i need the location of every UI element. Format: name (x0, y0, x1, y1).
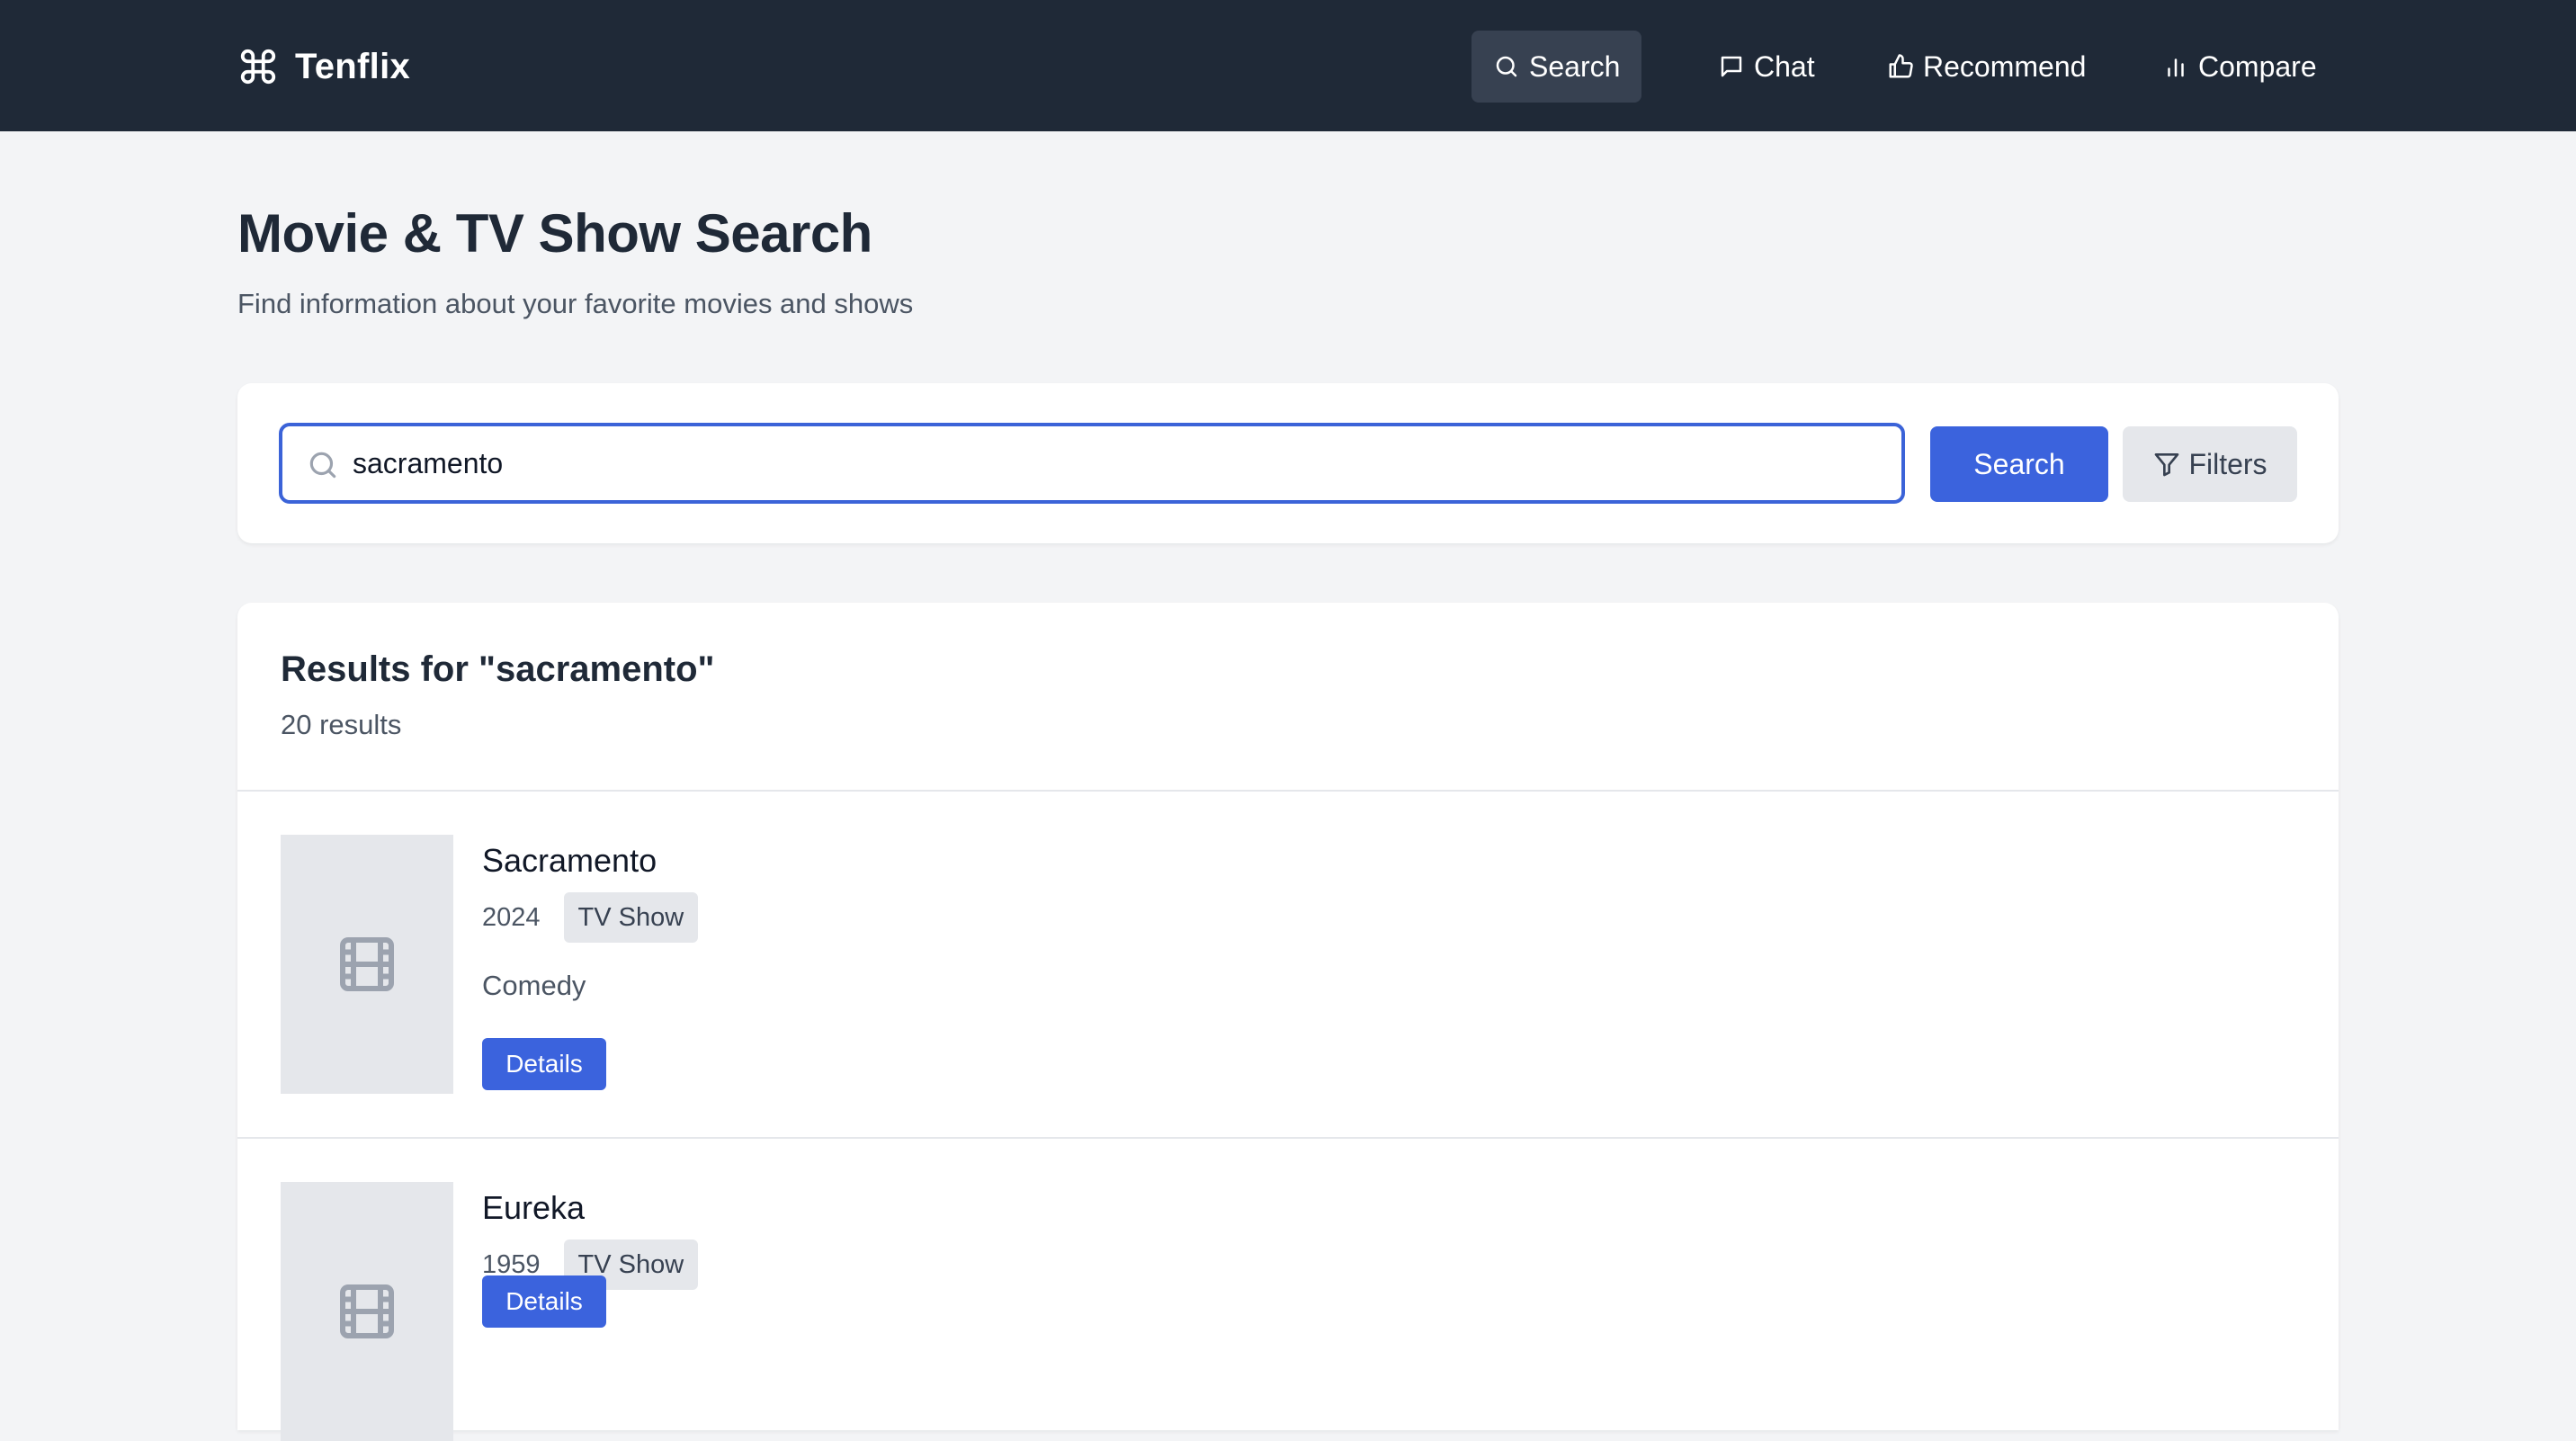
brand-name: Tenflix (295, 46, 411, 86)
filter-icon (2152, 450, 2181, 479)
poster-placeholder (281, 835, 453, 1094)
page-title: Movie & TV Show Search (237, 203, 872, 264)
search-icon (306, 448, 340, 482)
nav-item-compare[interactable]: Compare (2162, 31, 2317, 103)
search-box[interactable] (279, 423, 1905, 504)
poster-placeholder (281, 1182, 453, 1441)
results-title: Results for "sacramento" (281, 649, 715, 689)
nav-item-recommend[interactable]: Recommend (1887, 31, 2086, 103)
search-input[interactable] (353, 435, 1882, 491)
thumbs-up-icon (1887, 53, 1914, 80)
search-icon (1493, 53, 1520, 80)
result-title: Eureka (482, 1189, 586, 1226)
nav-item-label: Compare (2198, 49, 2317, 83)
chat-icon (1718, 53, 1745, 80)
filters-button[interactable]: Filters (2123, 426, 2297, 502)
page-subtitle: Find information about your favorite mov… (237, 288, 914, 319)
result-year: 2024 (482, 902, 541, 932)
details-button[interactable]: Details (482, 1275, 606, 1328)
nav-item-chat[interactable]: Chat (1718, 31, 1815, 103)
search-button[interactable]: Search (1930, 426, 2108, 502)
nav-item-search[interactable]: Search (1471, 31, 1642, 103)
details-button[interactable]: Details (482, 1038, 606, 1090)
nav-item-label: Chat (1754, 49, 1815, 83)
results-panel: Results for "sacramento" 20 results Sacr… (237, 603, 2339, 1441)
top-navbar: Tenflix Search Chat Recommend Compare (0, 0, 2576, 131)
film-icon (335, 1279, 399, 1344)
result-item[interactable]: Sacramento 2024 TV Show Comedy Details (237, 792, 2339, 1139)
bar-chart-icon (2162, 53, 2189, 80)
results-header: Results for "sacramento" 20 results (237, 603, 2339, 792)
result-type-badge: TV Show (563, 892, 699, 943)
result-genre: Comedy (482, 970, 586, 1001)
search-card: Search Filters (237, 383, 2339, 543)
result-meta: 2024 TV Show (482, 892, 699, 943)
results-count: 20 results (281, 709, 402, 740)
result-item[interactable]: Eureka 1959 TV Show Details (237, 1139, 2339, 1441)
filters-label: Filters (2188, 447, 2267, 480)
result-title: Sacramento (482, 842, 657, 879)
nav-item-label: Recommend (1923, 49, 2087, 83)
brand[interactable]: Tenflix (237, 41, 410, 92)
nav-item-label: Search (1529, 49, 1621, 83)
command-icon (237, 46, 279, 87)
film-icon (335, 932, 399, 997)
